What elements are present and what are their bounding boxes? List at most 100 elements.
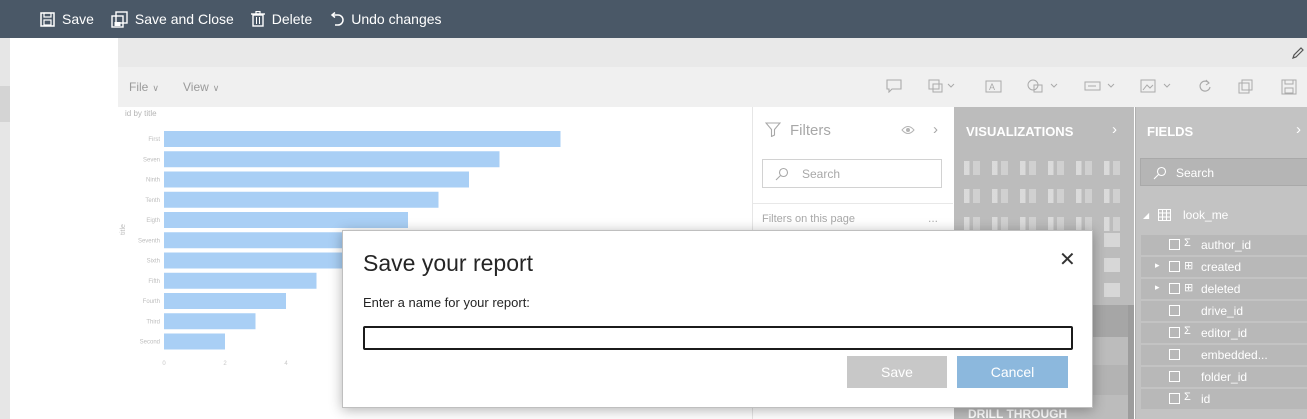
field-checkbox[interactable] bbox=[1169, 283, 1180, 294]
field-item[interactable]: embedded... bbox=[1141, 345, 1307, 365]
field-checkbox[interactable] bbox=[1169, 327, 1180, 338]
fields-title: FIELDS bbox=[1147, 124, 1194, 139]
close-icon[interactable]: ✕ bbox=[1059, 247, 1076, 272]
area-chart-icon[interactable] bbox=[992, 189, 1008, 203]
stacked-area-chart-icon[interactable] bbox=[1020, 189, 1036, 203]
chart-bar[interactable] bbox=[164, 333, 225, 350]
chart-bar[interactable] bbox=[164, 313, 256, 330]
view-menu[interactable]: View ∨ bbox=[183, 80, 219, 94]
undo-changes-button[interactable]: Undo changes bbox=[329, 11, 442, 27]
file-menu-label: File bbox=[129, 80, 149, 94]
save-toolbar-label: Save bbox=[62, 11, 94, 27]
filters-on-page-heading: Filters on this page bbox=[762, 213, 855, 225]
filters-collapse-chevron-icon[interactable]: › bbox=[933, 121, 938, 138]
visualizations-collapse-chevron-icon[interactable]: › bbox=[1112, 121, 1117, 138]
100-column-chart-icon[interactable] bbox=[1104, 161, 1120, 175]
field-checkbox[interactable] bbox=[1169, 239, 1180, 250]
filters-search-placeholder: Search bbox=[802, 167, 841, 181]
save-and-close-button[interactable]: Save and Close bbox=[111, 10, 234, 28]
pencil-icon[interactable] bbox=[1291, 46, 1305, 60]
delete-button[interactable]: Delete bbox=[250, 11, 313, 27]
sigma-icon: Σ bbox=[1184, 391, 1191, 403]
drill-through-heading: DRILL THROUGH bbox=[968, 407, 1068, 419]
stacked-column-chart-icon[interactable] bbox=[992, 161, 1008, 175]
report-name-input[interactable] bbox=[363, 326, 1073, 350]
funnel-chart-icon[interactable] bbox=[992, 217, 1008, 231]
field-label: embedded... bbox=[1201, 348, 1268, 362]
chart-bar[interactable] bbox=[164, 151, 500, 168]
chart-category-label: Tenth bbox=[145, 198, 160, 204]
duplicate-icon[interactable] bbox=[1238, 79, 1254, 95]
field-checkbox[interactable] bbox=[1169, 349, 1180, 360]
more-options-icon[interactable]: ... bbox=[928, 211, 938, 225]
scatter-chart-icon[interactable] bbox=[1020, 217, 1036, 231]
expand-arrow-icon[interactable]: ▸ bbox=[1155, 282, 1160, 293]
field-item[interactable]: Σid bbox=[1141, 389, 1307, 409]
donut-chart-icon[interactable] bbox=[1076, 217, 1092, 231]
field-item[interactable]: Σeditor_id bbox=[1141, 323, 1307, 343]
shapes-icon[interactable] bbox=[1027, 79, 1063, 93]
visualizations-scrollbar[interactable] bbox=[1128, 305, 1134, 419]
save-toolbar-button[interactable]: Save bbox=[40, 11, 94, 27]
chart-bar[interactable] bbox=[164, 171, 469, 188]
dialog-cancel-button[interactable]: Cancel bbox=[957, 356, 1068, 388]
fields-search-input[interactable]: Search bbox=[1140, 158, 1307, 186]
field-label: drive_id bbox=[1201, 304, 1244, 318]
qna-icon[interactable] bbox=[1104, 283, 1120, 297]
undo-changes-label: Undo changes bbox=[351, 11, 442, 27]
visual-interactions-icon[interactable] bbox=[928, 79, 958, 93]
field-item[interactable]: Σauthor_id bbox=[1141, 235, 1307, 255]
pie-chart-icon[interactable] bbox=[1048, 217, 1064, 231]
field-item[interactable]: ▸ ⊞ deleted bbox=[1141, 279, 1307, 299]
refresh-icon[interactable] bbox=[1198, 79, 1212, 93]
field-item[interactable]: drive_id bbox=[1141, 301, 1307, 321]
card-icon[interactable] bbox=[1104, 233, 1120, 247]
save-close-icon bbox=[111, 10, 128, 28]
100-bar-chart-icon[interactable] bbox=[1076, 161, 1092, 175]
delete-label: Delete bbox=[271, 11, 313, 27]
chart-bar[interactable] bbox=[164, 131, 561, 147]
collapse-triangle-icon[interactable]: ◢ bbox=[1143, 211, 1149, 220]
treemap-icon[interactable] bbox=[1104, 217, 1120, 231]
buttons-icon[interactable] bbox=[1084, 79, 1120, 93]
stacked-bar-chart-icon[interactable] bbox=[964, 161, 980, 175]
field-checkbox[interactable] bbox=[1169, 305, 1180, 316]
image-icon[interactable] bbox=[1140, 79, 1176, 93]
chart-bar[interactable] bbox=[164, 272, 317, 289]
field-item[interactable]: folder_id bbox=[1141, 367, 1307, 387]
chart-category-label: First bbox=[148, 137, 160, 143]
search-icon bbox=[1153, 166, 1167, 180]
chart-bar[interactable] bbox=[164, 212, 408, 228]
clustered-bar-chart-icon[interactable] bbox=[1020, 161, 1036, 175]
field-item[interactable]: ▸ ⊞ created bbox=[1141, 257, 1307, 277]
filters-search-input[interactable]: Search bbox=[762, 159, 942, 188]
chart-x-tick-label: 0 bbox=[162, 361, 166, 367]
text-box-icon[interactable]: A bbox=[985, 79, 1003, 93]
line-clustered-column-icon[interactable] bbox=[1076, 189, 1092, 203]
kpi-icon[interactable] bbox=[1104, 258, 1120, 272]
line-chart-icon[interactable] bbox=[964, 189, 980, 203]
dialog-save-button[interactable]: Save bbox=[847, 356, 947, 388]
save-report-icon[interactable] bbox=[1281, 79, 1297, 95]
file-menu[interactable]: File ∨ bbox=[129, 80, 159, 94]
expand-arrow-icon[interactable]: ▸ bbox=[1155, 260, 1160, 271]
chart-bar[interactable] bbox=[164, 252, 347, 269]
chart-x-tick-label: 2 bbox=[223, 361, 227, 367]
waterfall-chart-icon[interactable] bbox=[964, 217, 980, 231]
field-checkbox[interactable] bbox=[1169, 371, 1180, 382]
clustered-column-chart-icon[interactable] bbox=[1048, 161, 1064, 175]
field-label: created bbox=[1201, 260, 1242, 274]
dialog-title: Save your report bbox=[363, 250, 534, 276]
chart-title: id by title bbox=[125, 109, 157, 118]
left-edge-marker bbox=[0, 86, 10, 122]
chart-bar[interactable] bbox=[164, 293, 286, 309]
eye-icon[interactable] bbox=[901, 125, 915, 135]
field-checkbox[interactable] bbox=[1169, 393, 1180, 404]
ribbon-chart-icon[interactable] bbox=[1104, 189, 1120, 203]
chart-category-label: Third bbox=[146, 319, 160, 325]
fields-collapse-chevron-icon[interactable]: › bbox=[1296, 121, 1301, 138]
comment-icon[interactable] bbox=[886, 79, 902, 93]
line-column-chart-icon[interactable] bbox=[1048, 189, 1064, 203]
field-checkbox[interactable] bbox=[1169, 261, 1180, 272]
chart-bar[interactable] bbox=[164, 191, 439, 208]
